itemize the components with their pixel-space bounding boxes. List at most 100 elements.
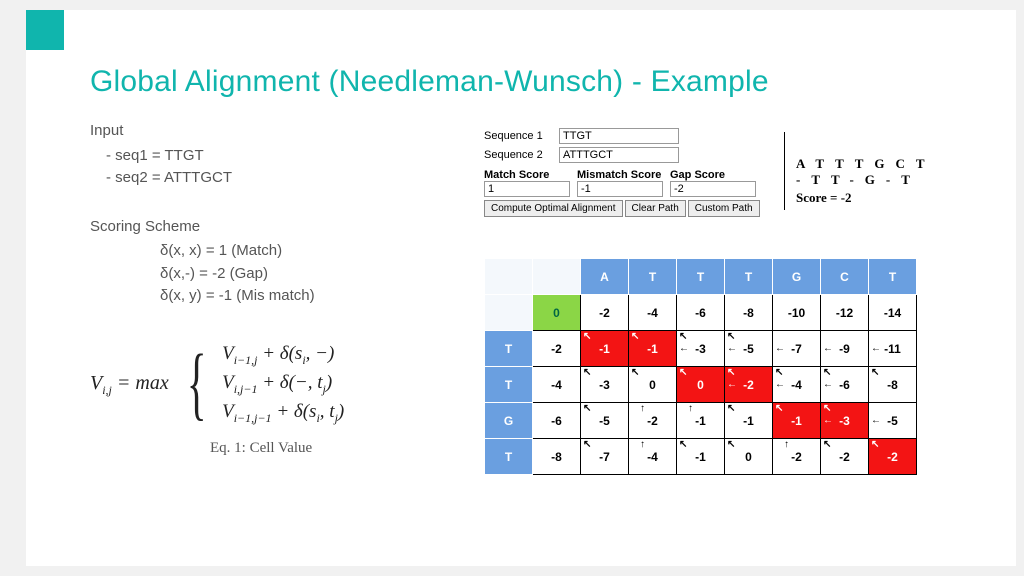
matrix-cell[interactable]: -4 <box>533 367 581 403</box>
matrix-cell[interactable]: ↖←-6 <box>821 367 869 403</box>
matrix-cell[interactable]: ←-5 <box>869 403 917 439</box>
scoring-mismatch: δ(x, y) = -1 (Mis match) <box>160 285 460 308</box>
diag-arrow-icon: ↖ <box>775 404 783 414</box>
matrix-row-header: T <box>485 331 533 367</box>
matrix-col-header: A <box>581 259 629 295</box>
matrix-cell[interactable]: -8 <box>725 295 773 331</box>
left-arrow-icon: ← <box>679 344 689 354</box>
diag-arrow-icon: ↖ <box>871 440 879 450</box>
left-arrow-icon: ← <box>871 344 881 354</box>
matrix-cell[interactable]: ↖←-2 <box>725 367 773 403</box>
matrix-cell[interactable]: -10 <box>773 295 821 331</box>
matrix-col-header: T <box>629 259 677 295</box>
matrix-cell[interactable]: -6 <box>677 295 725 331</box>
scoring-match: δ(x, x) = 1 (Match) <box>160 240 460 263</box>
alignment-result: ATTTGCT -TT-G-T Score = -2 <box>796 156 936 206</box>
matrix-col-header: G <box>773 259 821 295</box>
diag-arrow-icon: ↖ <box>823 368 831 378</box>
matrix-cell[interactable]: ↖-1 <box>629 331 677 367</box>
input-seq2: - seq2 = ATTTGCT <box>106 167 460 190</box>
diag-arrow-icon: ↖ <box>583 368 591 378</box>
input-heading: Input <box>90 120 460 143</box>
matrix-row-header: T <box>485 367 533 403</box>
matrix-cell[interactable]: ↖-5 <box>581 403 629 439</box>
matrix-cell[interactable]: -8 <box>533 439 581 475</box>
matrix-cell[interactable]: ↑-4 <box>629 439 677 475</box>
gap-score-input[interactable] <box>670 181 756 197</box>
matrix-cell[interactable]: ↖←-5 <box>725 331 773 367</box>
matrix-cell[interactable]: ↖-2 <box>821 439 869 475</box>
clear-path-button[interactable]: Clear Path <box>625 200 686 217</box>
matrix-col-header: T <box>677 259 725 295</box>
matrix-cell[interactable]: -2 <box>581 295 629 331</box>
matrix-cell[interactable]: ↑-1 <box>677 403 725 439</box>
match-score-input[interactable] <box>484 181 570 197</box>
matrix-cell[interactable]: ↖-1 <box>581 331 629 367</box>
matrix-cell[interactable]: 0 <box>533 295 581 331</box>
matrix-cell[interactable]: -12 <box>821 295 869 331</box>
custom-path-button[interactable]: Custom Path <box>688 200 760 217</box>
equation-block: Vi,j = max { Vi−1,j + δ(si, −) Vi,j−1 + … <box>90 340 460 460</box>
matrix-cell[interactable]: ↖-8 <box>869 367 917 403</box>
matrix-cell[interactable]: ↖-1 <box>773 403 821 439</box>
match-score-label: Match Score <box>484 169 577 181</box>
diag-arrow-icon: ↖ <box>679 440 687 450</box>
matrix-cell[interactable]: ↑-2 <box>629 403 677 439</box>
dp-matrix: ATTTGCT0-2-4-6-8-10-12-14T-2↖-1↖-1↖←-3↖←… <box>484 258 917 475</box>
left-arrow-icon: ← <box>727 380 737 390</box>
matrix-cell[interactable]: -6 <box>533 403 581 439</box>
left-arrow-icon: ← <box>823 416 833 426</box>
diag-arrow-icon: ↖ <box>583 440 591 450</box>
matrix-cell[interactable]: ↖←-3 <box>821 403 869 439</box>
matrix-cell[interactable]: -4 <box>629 295 677 331</box>
matrix-cell[interactable]: ↖0 <box>725 439 773 475</box>
matrix-cell[interactable]: -2 <box>533 331 581 367</box>
matrix-cell[interactable]: ←-9 <box>821 331 869 367</box>
diag-arrow-icon: ↖ <box>775 368 783 378</box>
diag-arrow-icon: ↖ <box>631 368 639 378</box>
gap-score-label: Gap Score <box>670 169 763 181</box>
matrix-cell[interactable]: ↖←-3 <box>677 331 725 367</box>
matrix-col-header: T <box>869 259 917 295</box>
matrix-cell[interactable]: ↖-2 <box>869 439 917 475</box>
left-arrow-icon: ← <box>823 344 833 354</box>
left-arrow-icon: ← <box>871 416 881 426</box>
matrix-cell[interactable]: ←-7 <box>773 331 821 367</box>
mismatch-score-label: Mismatch Score <box>577 169 670 181</box>
matrix-cell[interactable]: ↖0 <box>677 367 725 403</box>
matrix-cell[interactable]: -14 <box>869 295 917 331</box>
matrix-cell[interactable]: ↖-1 <box>725 403 773 439</box>
left-arrow-icon: ← <box>727 344 737 354</box>
alignment-row-1: ATTTGCT <box>796 156 936 172</box>
matrix-col-header: C <box>821 259 869 295</box>
matrix-cell[interactable]: ↖←-4 <box>773 367 821 403</box>
left-arrow-icon: ← <box>775 344 785 354</box>
seq2-input[interactable] <box>559 147 679 163</box>
matrix-cell[interactable]: ↑-2 <box>773 439 821 475</box>
input-seq1: - seq1 = TTGT <box>106 145 460 168</box>
divider <box>784 132 785 210</box>
alignment-form: Sequence 1 Sequence 2 Match Score Mismat… <box>484 128 1014 238</box>
diag-arrow-icon: ↖ <box>823 404 831 414</box>
diag-arrow-icon: ↖ <box>583 404 591 414</box>
diag-arrow-icon: ↖ <box>727 332 735 342</box>
accent-bar <box>26 10 64 50</box>
seq1-input[interactable] <box>559 128 679 144</box>
seq1-label: Sequence 1 <box>484 130 559 142</box>
diag-arrow-icon: ↖ <box>679 332 687 342</box>
slide-title: Global Alignment (Needleman-Wunsch) - Ex… <box>90 65 769 99</box>
diag-arrow-icon: ↖ <box>727 404 735 414</box>
diag-arrow-icon: ↖ <box>727 440 735 450</box>
matrix-cell[interactable]: ↖-7 <box>581 439 629 475</box>
compute-button[interactable]: Compute Optimal Alignment <box>484 200 623 217</box>
up-arrow-icon: ↑ <box>640 440 645 450</box>
matrix-cell[interactable]: ←-11 <box>869 331 917 367</box>
matrix-cell[interactable]: ↖-1 <box>677 439 725 475</box>
matrix-col-header: T <box>725 259 773 295</box>
matrix-cell[interactable]: ↖-3 <box>581 367 629 403</box>
equation-caption: Eq. 1: Cell Value <box>210 437 460 460</box>
matrix-row-header: G <box>485 403 533 439</box>
mismatch-score-input[interactable] <box>577 181 663 197</box>
scoring-gap: δ(x,-) = -2 (Gap) <box>160 263 460 286</box>
matrix-cell[interactable]: ↖0 <box>629 367 677 403</box>
